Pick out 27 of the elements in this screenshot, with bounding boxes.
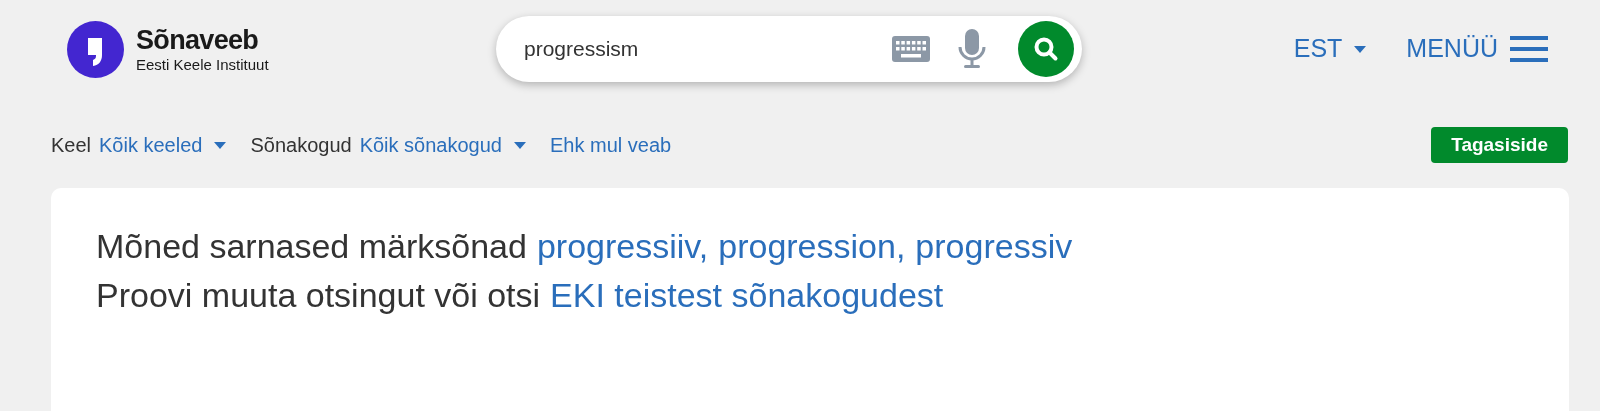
- filter-dropdown[interactable]: Kõik sõnakogud: [359, 130, 526, 160]
- logo-subtitle: Eesti Keele Instituut: [136, 56, 269, 72]
- menu-icon: [1510, 36, 1548, 62]
- search-field[interactable]: progressism: [496, 16, 1082, 82]
- keyboard-icon[interactable]: [892, 36, 930, 62]
- search-input[interactable]: progressism: [524, 33, 892, 65]
- logo-title: Sõnaveeb: [136, 26, 260, 54]
- logo-icon: [67, 20, 124, 78]
- suggestion-link[interactable]: progression,: [718, 222, 906, 271]
- filter-label: Sõnakogud: [250, 133, 352, 158]
- caret-icon: [1354, 45, 1367, 53]
- suggestion-link[interactable]: EKI teistest sõnakogudest: [550, 271, 944, 320]
- filter-label: Keel: [51, 133, 92, 158]
- microphone-icon[interactable]: [958, 29, 986, 69]
- suggestion-link[interactable]: progressiiv,: [536, 222, 709, 271]
- result-message: Mõned sarnased märksõnad: [96, 226, 527, 267]
- search-icon: [1033, 36, 1059, 62]
- filter-dropdown[interactable]: Kõik keeled: [99, 130, 227, 160]
- caret-icon: [513, 141, 526, 149]
- language-select[interactable]: EST: [1293, 30, 1367, 68]
- result-message: Proovi muuta otsingut või otsi: [96, 275, 541, 316]
- caret-icon: [214, 141, 227, 149]
- suggestion-link[interactable]: progressiv: [915, 222, 1073, 271]
- menu-button[interactable]: MENÜÜ: [1406, 30, 1548, 68]
- feedback-button[interactable]: Tagasiside: [1431, 127, 1568, 163]
- typo-link[interactable]: Ehk mul veab: [549, 130, 672, 160]
- search-button[interactable]: [1018, 21, 1074, 77]
